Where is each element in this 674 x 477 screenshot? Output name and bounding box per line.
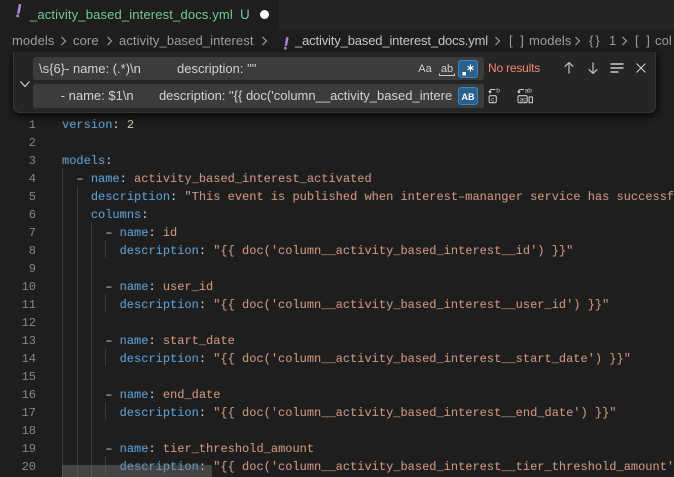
svg-text:ac: ac: [520, 97, 528, 104]
svg-text:b: b: [496, 88, 500, 95]
svg-text:ab: ab: [525, 88, 533, 95]
